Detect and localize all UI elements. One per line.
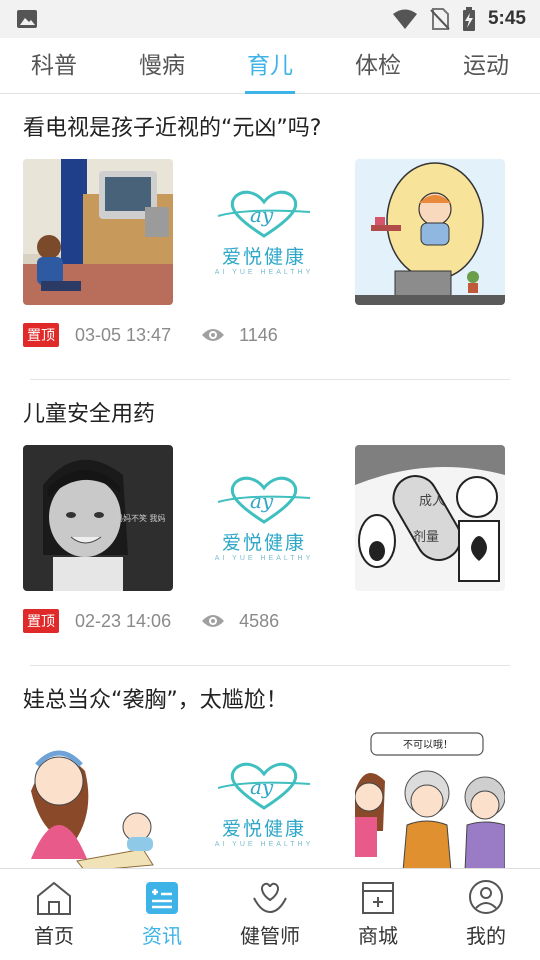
svg-text:剂量: 剂量 bbox=[413, 530, 439, 545]
nav-home[interactable]: 首页 bbox=[0, 880, 108, 949]
heart-logo-icon: ay bbox=[217, 762, 311, 810]
svg-text:ay: ay bbox=[250, 203, 274, 227]
nav-label: 资讯 bbox=[142, 924, 182, 948]
nav-health-manager[interactable]: 健管师 bbox=[216, 880, 324, 949]
eye-icon bbox=[202, 329, 225, 341]
nav-label: 商城 bbox=[358, 924, 398, 948]
view-count: 1146 bbox=[239, 324, 278, 345]
heart-logo-icon: ay bbox=[217, 476, 311, 524]
article-image-girl-portrait[interactable]: 妈妈不笑 我妈 bbox=[23, 445, 173, 591]
article-image-cartoon-mother-baby[interactable] bbox=[23, 731, 173, 868]
article-date: 03-05 13:47 bbox=[75, 324, 172, 345]
article-feed[interactable]: 看电视是孩子近视的“元凶”吗? ay 爱悦健康 AI YUE HEALTHY 置… bbox=[0, 94, 540, 868]
pinned-badge: 置顶 bbox=[23, 609, 59, 633]
article-title[interactable]: 儿童安全用药 bbox=[23, 396, 155, 428]
article-card[interactable]: 儿童安全用药 妈妈不笑 我妈 ay 爱悦健康 AI YUE HEALTHY 成人… bbox=[0, 380, 540, 666]
status-time: 5:45 bbox=[487, 8, 526, 29]
nav-news[interactable]: 资讯 bbox=[108, 880, 216, 949]
tab-parenting[interactable]: 育儿 bbox=[216, 38, 324, 94]
battery-charging-icon bbox=[462, 7, 475, 31]
status-bar: 5:45 bbox=[0, 0, 540, 38]
profile-icon bbox=[469, 880, 503, 914]
view-count: 4586 bbox=[239, 610, 280, 631]
brand-logo: ay 爱悦健康 AI YUE HEALTHY bbox=[189, 159, 339, 305]
shop-icon bbox=[362, 882, 394, 914]
svg-text:不可以哦！: 不可以哦！ bbox=[403, 739, 453, 751]
nav-profile[interactable]: 我的 bbox=[432, 880, 540, 949]
article-date: 02-23 14:06 bbox=[75, 610, 172, 631]
article-image-child-watching-tv[interactable] bbox=[23, 159, 173, 305]
pinned-badge: 置顶 bbox=[23, 323, 59, 347]
bottom-navigation: 首页 资讯 健管师 商城 我的 bbox=[0, 868, 540, 960]
article-title[interactable]: 娃总当众“袭胸”，太尴尬！ bbox=[23, 682, 288, 714]
no-sim-icon bbox=[430, 8, 450, 30]
health-manager-icon bbox=[253, 882, 287, 914]
category-tabs: 科普 慢病 育儿 体检 运动 bbox=[0, 38, 540, 94]
heart-logo-icon: ay bbox=[217, 190, 311, 238]
article-card[interactable]: 看电视是孩子近视的“元凶”吗? ay 爱悦健康 AI YUE HEALTHY 置… bbox=[0, 94, 540, 380]
svg-text:成人: 成人 bbox=[419, 494, 445, 509]
tab-popular-science[interactable]: 科普 bbox=[0, 38, 108, 94]
svg-text:ay: ay bbox=[250, 775, 274, 799]
tab-chronic-disease[interactable]: 慢病 bbox=[108, 38, 216, 94]
article-card[interactable]: 娃总当众“袭胸”，太尴尬！ ay 爱悦健康 AI YUE HEALTHY 不可以… bbox=[0, 666, 540, 868]
brand-logo: ay 爱悦健康 AI YUE HEALTHY bbox=[189, 731, 339, 868]
image-icon bbox=[17, 10, 37, 28]
article-image-cartoon-grandparents[interactable]: 不可以哦！ bbox=[355, 731, 505, 868]
nav-label: 首页 bbox=[34, 924, 74, 948]
news-icon bbox=[146, 882, 178, 914]
article-title[interactable]: 看电视是孩子近视的“元凶”吗? bbox=[23, 110, 321, 142]
nav-label: 健管师 bbox=[240, 924, 300, 948]
wifi-icon bbox=[392, 9, 417, 29]
svg-text:妈妈不笑 我妈: 妈妈不笑 我妈 bbox=[115, 513, 166, 523]
nav-label: 我的 bbox=[466, 924, 506, 948]
article-image-cartoon-child-screen[interactable] bbox=[355, 159, 505, 305]
brand-logo: ay 爱悦健康 AI YUE HEALTHY bbox=[189, 445, 339, 591]
tab-exercise[interactable]: 运动 bbox=[432, 38, 540, 94]
tab-checkup[interactable]: 体检 bbox=[324, 38, 432, 94]
home-icon bbox=[37, 881, 71, 915]
svg-text:ay: ay bbox=[250, 489, 274, 513]
eye-icon bbox=[202, 615, 225, 627]
nav-shop[interactable]: 商城 bbox=[324, 880, 432, 949]
article-image-cartoon-medicine[interactable]: 成人 剂量 bbox=[355, 445, 505, 591]
